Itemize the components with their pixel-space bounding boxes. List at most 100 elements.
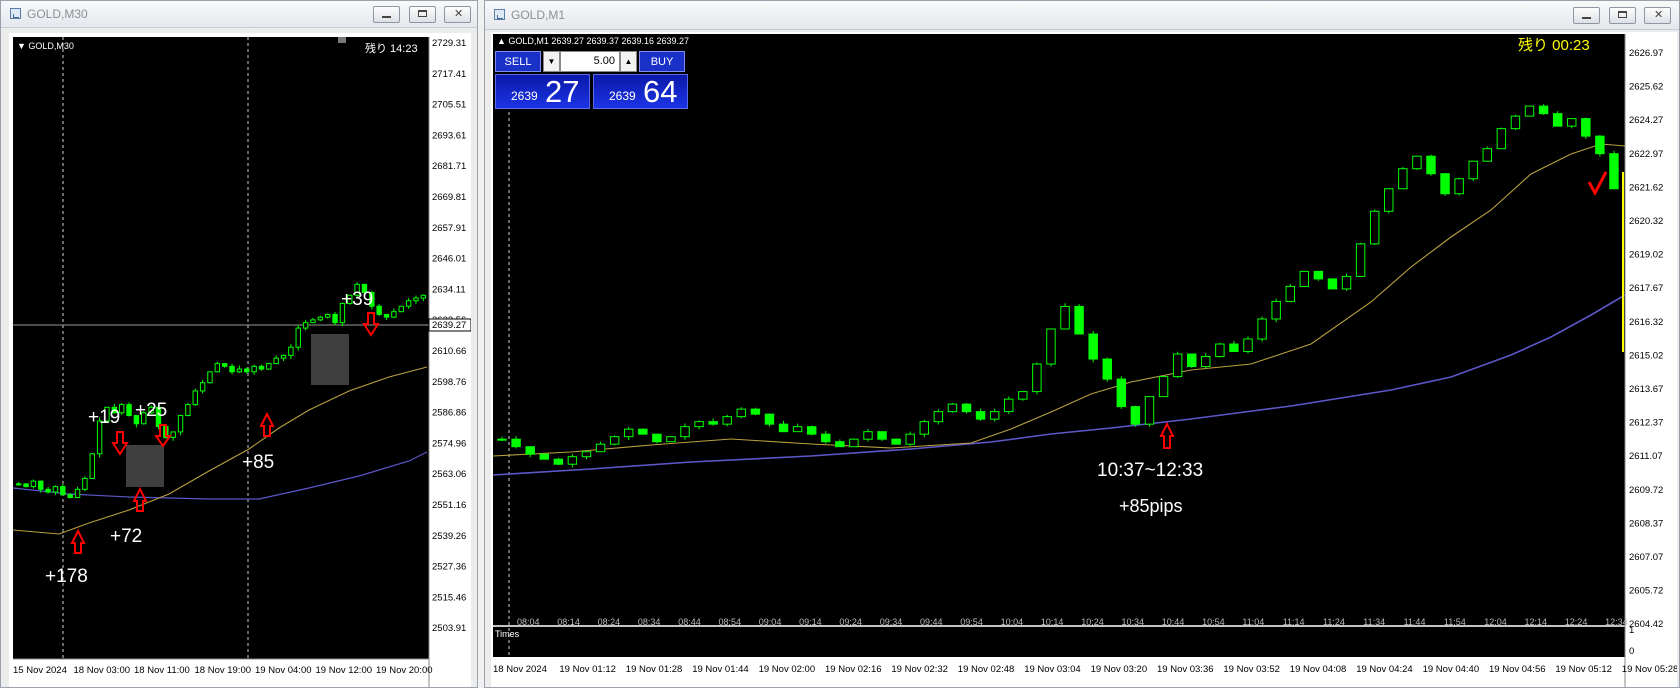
volume-input[interactable]: 5.00 <box>560 51 620 72</box>
hour-tick: 10:44 <box>1162 617 1185 627</box>
candle-body <box>1130 406 1141 425</box>
hour-tick: 08:34 <box>638 617 661 627</box>
candle-body <box>877 431 887 440</box>
right-chart-window[interactable]: GOLD,M1 ✕ 10:37~12:33 +85pips ▲ GOLD,M1 … <box>484 0 1680 688</box>
buy-button[interactable]: BUY <box>639 51 685 72</box>
date-tick: 19 Nov 02:32 <box>891 664 948 675</box>
candle-body <box>310 319 316 324</box>
price-tick: 2539.26 <box>432 531 466 542</box>
hour-tick: 12:14 <box>1525 617 1548 627</box>
price-tick: 2610.66 <box>432 346 466 357</box>
date-tick: 19 Nov 04:56 <box>1489 664 1546 675</box>
chart-window-icon <box>494 9 505 20</box>
candle-body <box>89 453 95 479</box>
hour-tick: 09:34 <box>880 617 903 627</box>
candle-body <box>1440 173 1450 195</box>
date-tick: 19 Nov 05:12 <box>1555 664 1612 675</box>
price-tick: 2503.91 <box>432 623 466 634</box>
candle-body <box>1468 160 1478 180</box>
left-chart-canvas[interactable]: +178 +19 +72 +25 +85 +39 ▼ GOLD,M30 残り 1… <box>9 33 471 687</box>
price-tick: 2620.32 <box>1629 216 1663 227</box>
maximize-button[interactable] <box>409 6 436 23</box>
left-window-titlebar[interactable]: GOLD,M30 ✕ <box>1 1 477 28</box>
candle-body <box>1384 188 1394 212</box>
date-tick: 19 Nov 04:08 <box>1290 664 1347 675</box>
minimize-icon <box>382 16 391 18</box>
candle-body <box>52 486 59 493</box>
candle-body <box>207 371 213 384</box>
candle-body <box>1595 135 1605 155</box>
candle-body <box>1327 278 1338 290</box>
candle-body <box>497 438 507 441</box>
candle-body <box>919 421 930 435</box>
sell-price-button[interactable]: 2639 27 <box>495 74 590 109</box>
hour-tick: 11:24 <box>1323 617 1345 627</box>
price-tick: 2563.06 <box>432 469 466 480</box>
minimize-button[interactable] <box>373 6 400 23</box>
hour-tick: 10:04 <box>1001 617 1024 627</box>
candle-body <box>1186 353 1197 368</box>
left-time-axis: 15 Nov 2024 18 Nov 03:00 18 Nov 11:00 18 No… <box>13 665 433 676</box>
left-scroll-marker <box>338 37 346 43</box>
hour-tick: 11:04 <box>1242 617 1264 627</box>
volume-up-button[interactable]: ▲ <box>620 51 637 72</box>
candle-body <box>736 408 747 418</box>
right-chart-canvas[interactable]: 10:37~12:33 +85pips ▲ GOLD,M1 2639.27 26… <box>491 32 1677 687</box>
candle-body <box>595 443 606 453</box>
candle-body <box>623 428 634 438</box>
sell-button[interactable]: SELL <box>495 51 541 72</box>
candle-body <box>778 423 789 433</box>
candle-body <box>666 436 676 443</box>
indicator-label: Times <box>495 629 520 639</box>
right-window-titlebar[interactable]: GOLD,M1 ✕ <box>485 1 1679 30</box>
candle-body <box>764 413 775 425</box>
candle-body <box>638 428 648 435</box>
candle-body <box>74 488 81 499</box>
candle-body <box>539 453 549 460</box>
candle-body <box>244 368 250 373</box>
candle-body <box>680 426 690 438</box>
sell-price-pips: 27 <box>545 74 580 109</box>
candle-body <box>1285 285 1295 302</box>
date-tick: 19 Nov 01:12 <box>559 664 616 675</box>
close-button[interactable]: ✕ <box>444 6 471 23</box>
times-indicator-area <box>493 627 1625 657</box>
left-chart-window[interactable]: GOLD,M30 ✕ +178 +19 +72 +25 +85 +39 ▼ GO… <box>0 0 478 688</box>
candle-body <box>525 446 535 455</box>
maximize-button[interactable] <box>1609 7 1636 24</box>
date-tick: 19 Nov 01:28 <box>626 664 683 675</box>
buy-price-button[interactable]: 2639 64 <box>593 74 688 109</box>
price-tick: 2616.32 <box>1629 317 1663 328</box>
candle-body <box>1032 363 1042 393</box>
price-tick: 2607.07 <box>1629 552 1663 563</box>
candle-body <box>1088 333 1098 360</box>
candle-body <box>280 354 287 359</box>
date-tick: 19 Nov 05:28 <box>1622 664 1677 675</box>
candle-body <box>1046 328 1056 365</box>
price-tick: 2626.97 <box>1629 48 1663 59</box>
candle-body <box>273 357 279 365</box>
candle-body <box>708 421 718 425</box>
candle-body <box>905 433 915 445</box>
sell-price-prefix: 2639 <box>511 89 538 103</box>
hour-tick: 12:04 <box>1484 617 1507 627</box>
buy-price-pips: 64 <box>643 74 678 109</box>
hour-tick: 10:34 <box>1122 617 1145 627</box>
one-click-trade-panel: SELL ▼ 5.00 ▲ BUY 2639 27 2639 64 <box>495 49 691 109</box>
trade-pips-label: +19 <box>88 407 120 428</box>
close-button[interactable]: ✕ <box>1644 7 1671 24</box>
candle-body <box>1524 105 1535 117</box>
volume-down-button[interactable]: ▼ <box>543 51 560 72</box>
candle-body <box>383 313 390 318</box>
candle-body <box>170 431 176 438</box>
hour-tick: 09:04 <box>759 617 782 627</box>
minimize-button[interactable] <box>1573 7 1600 24</box>
hour-tick: 08:14 <box>557 617 580 627</box>
candle-body <box>1257 318 1267 340</box>
entry-zone-box <box>126 445 164 487</box>
candle-body <box>722 416 732 425</box>
candle-body <box>511 438 521 448</box>
candle-body <box>1482 148 1493 162</box>
candle-body <box>30 480 37 488</box>
candle-body <box>750 408 761 415</box>
